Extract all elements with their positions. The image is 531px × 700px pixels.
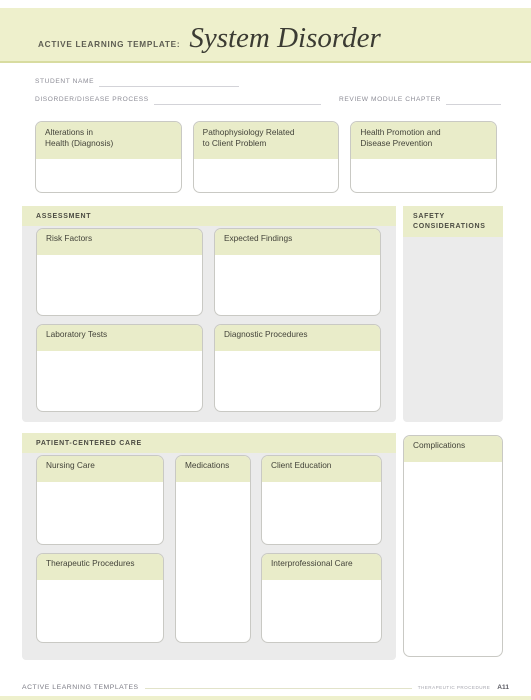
card-interprofessional-care[interactable]: Interprofessional Care (261, 553, 382, 643)
patient-centered-care-label: PATIENT-CENTERED CARE (22, 433, 396, 453)
patient-centered-care-grid: Nursing Care Therapeutic Procedures Medi… (36, 455, 382, 651)
card-therapeutic-procedures[interactable]: Therapeutic Procedures (36, 553, 164, 643)
template-kicker-label: ACTIVE LEARNING TEMPLATE: (38, 40, 181, 49)
card-expected-findings[interactable]: Expected Findings (214, 228, 381, 316)
pcc-column-left: Nursing Care Therapeutic Procedures (36, 455, 164, 651)
footer-divider (144, 687, 412, 689)
card-risk-factors[interactable]: Risk Factors (36, 228, 203, 316)
card-pathophysiology[interactable]: Pathophysiology Related to Client Proble… (192, 121, 340, 193)
student-name-label: STUDENT NAME (35, 78, 95, 85)
disorder-process-row: DISORDER/DISEASE PROCESS REVIEW MODULE C… (35, 90, 501, 105)
card-title: Health Promotion and Disease Prevention (351, 122, 497, 159)
banner-title-group: ACTIVE LEARNING TEMPLATE: System Disorde… (38, 24, 381, 53)
card-title: Risk Factors (37, 229, 202, 255)
card-title: Expected Findings (215, 229, 380, 255)
footer-accent-bar (0, 696, 531, 700)
form-meta-block: STUDENT NAME DISORDER/DISEASE PROCESS RE… (35, 72, 501, 108)
card-title: Medications (176, 456, 250, 482)
card-title: Therapeutic Procedures (37, 554, 163, 580)
assessment-section-label: ASSESSMENT (22, 206, 396, 226)
top-card-row: Alterations in Health (Diagnosis) Pathop… (35, 121, 498, 193)
card-title: Laboratory Tests (37, 325, 202, 351)
footer-brand-label: ACTIVE LEARNING TEMPLATES (22, 684, 139, 691)
card-diagnostic-procedures[interactable]: Diagnostic Procedures (214, 324, 381, 412)
disorder-process-input[interactable] (153, 103, 321, 105)
review-module-chapter-label: REVIEW MODULE CHAPTER (339, 96, 441, 103)
pcc-column-middle: Medications (175, 455, 251, 643)
card-title: Pathophysiology Related to Client Proble… (193, 122, 339, 159)
card-title: Alterations in Health (Diagnosis) (36, 122, 181, 159)
disorder-process-label: DISORDER/DISEASE PROCESS (35, 96, 149, 103)
footer-page-number: A11 (497, 684, 509, 691)
assessment-card-grid: Risk Factors Expected Findings Laborator… (36, 228, 382, 412)
card-title: Interprofessional Care (262, 554, 381, 580)
review-module-chapter-input[interactable] (446, 103, 501, 105)
page-footer: ACTIVE LEARNING TEMPLATES THERAPEUTIC PR… (22, 684, 509, 691)
card-medications[interactable]: Medications (175, 455, 251, 643)
patient-centered-care-section: PATIENT-CENTERED CARE Nursing Care Thera… (22, 433, 396, 660)
card-title: Diagnostic Procedures (215, 325, 380, 351)
pcc-column-right: Client Education Interprofessional Care (261, 455, 382, 651)
student-name-input[interactable] (99, 85, 240, 87)
safety-considerations-label: SAFETY CONSIDERATIONS (403, 206, 503, 237)
card-title: Client Education (262, 456, 381, 482)
card-alterations-in-health[interactable]: Alterations in Health (Diagnosis) (35, 121, 182, 193)
card-complications[interactable]: Complications (403, 435, 503, 657)
card-laboratory-tests[interactable]: Laboratory Tests (36, 324, 203, 412)
card-title: Complications (404, 436, 502, 462)
card-title: Nursing Care (37, 456, 163, 482)
student-name-row: STUDENT NAME (35, 72, 501, 87)
assessment-section: ASSESSMENT Risk Factors Expected Finding… (22, 206, 396, 422)
card-nursing-care[interactable]: Nursing Care (36, 455, 164, 545)
safety-considerations-section[interactable]: SAFETY CONSIDERATIONS (403, 206, 503, 422)
footer-chapter-label: THERAPEUTIC PROCEDURE (417, 685, 491, 690)
header-banner: ACTIVE LEARNING TEMPLATE: System Disorde… (0, 8, 531, 63)
card-health-promotion[interactable]: Health Promotion and Disease Prevention (350, 121, 498, 193)
page-title: System Disorder (189, 22, 381, 54)
card-client-education[interactable]: Client Education (261, 455, 382, 545)
